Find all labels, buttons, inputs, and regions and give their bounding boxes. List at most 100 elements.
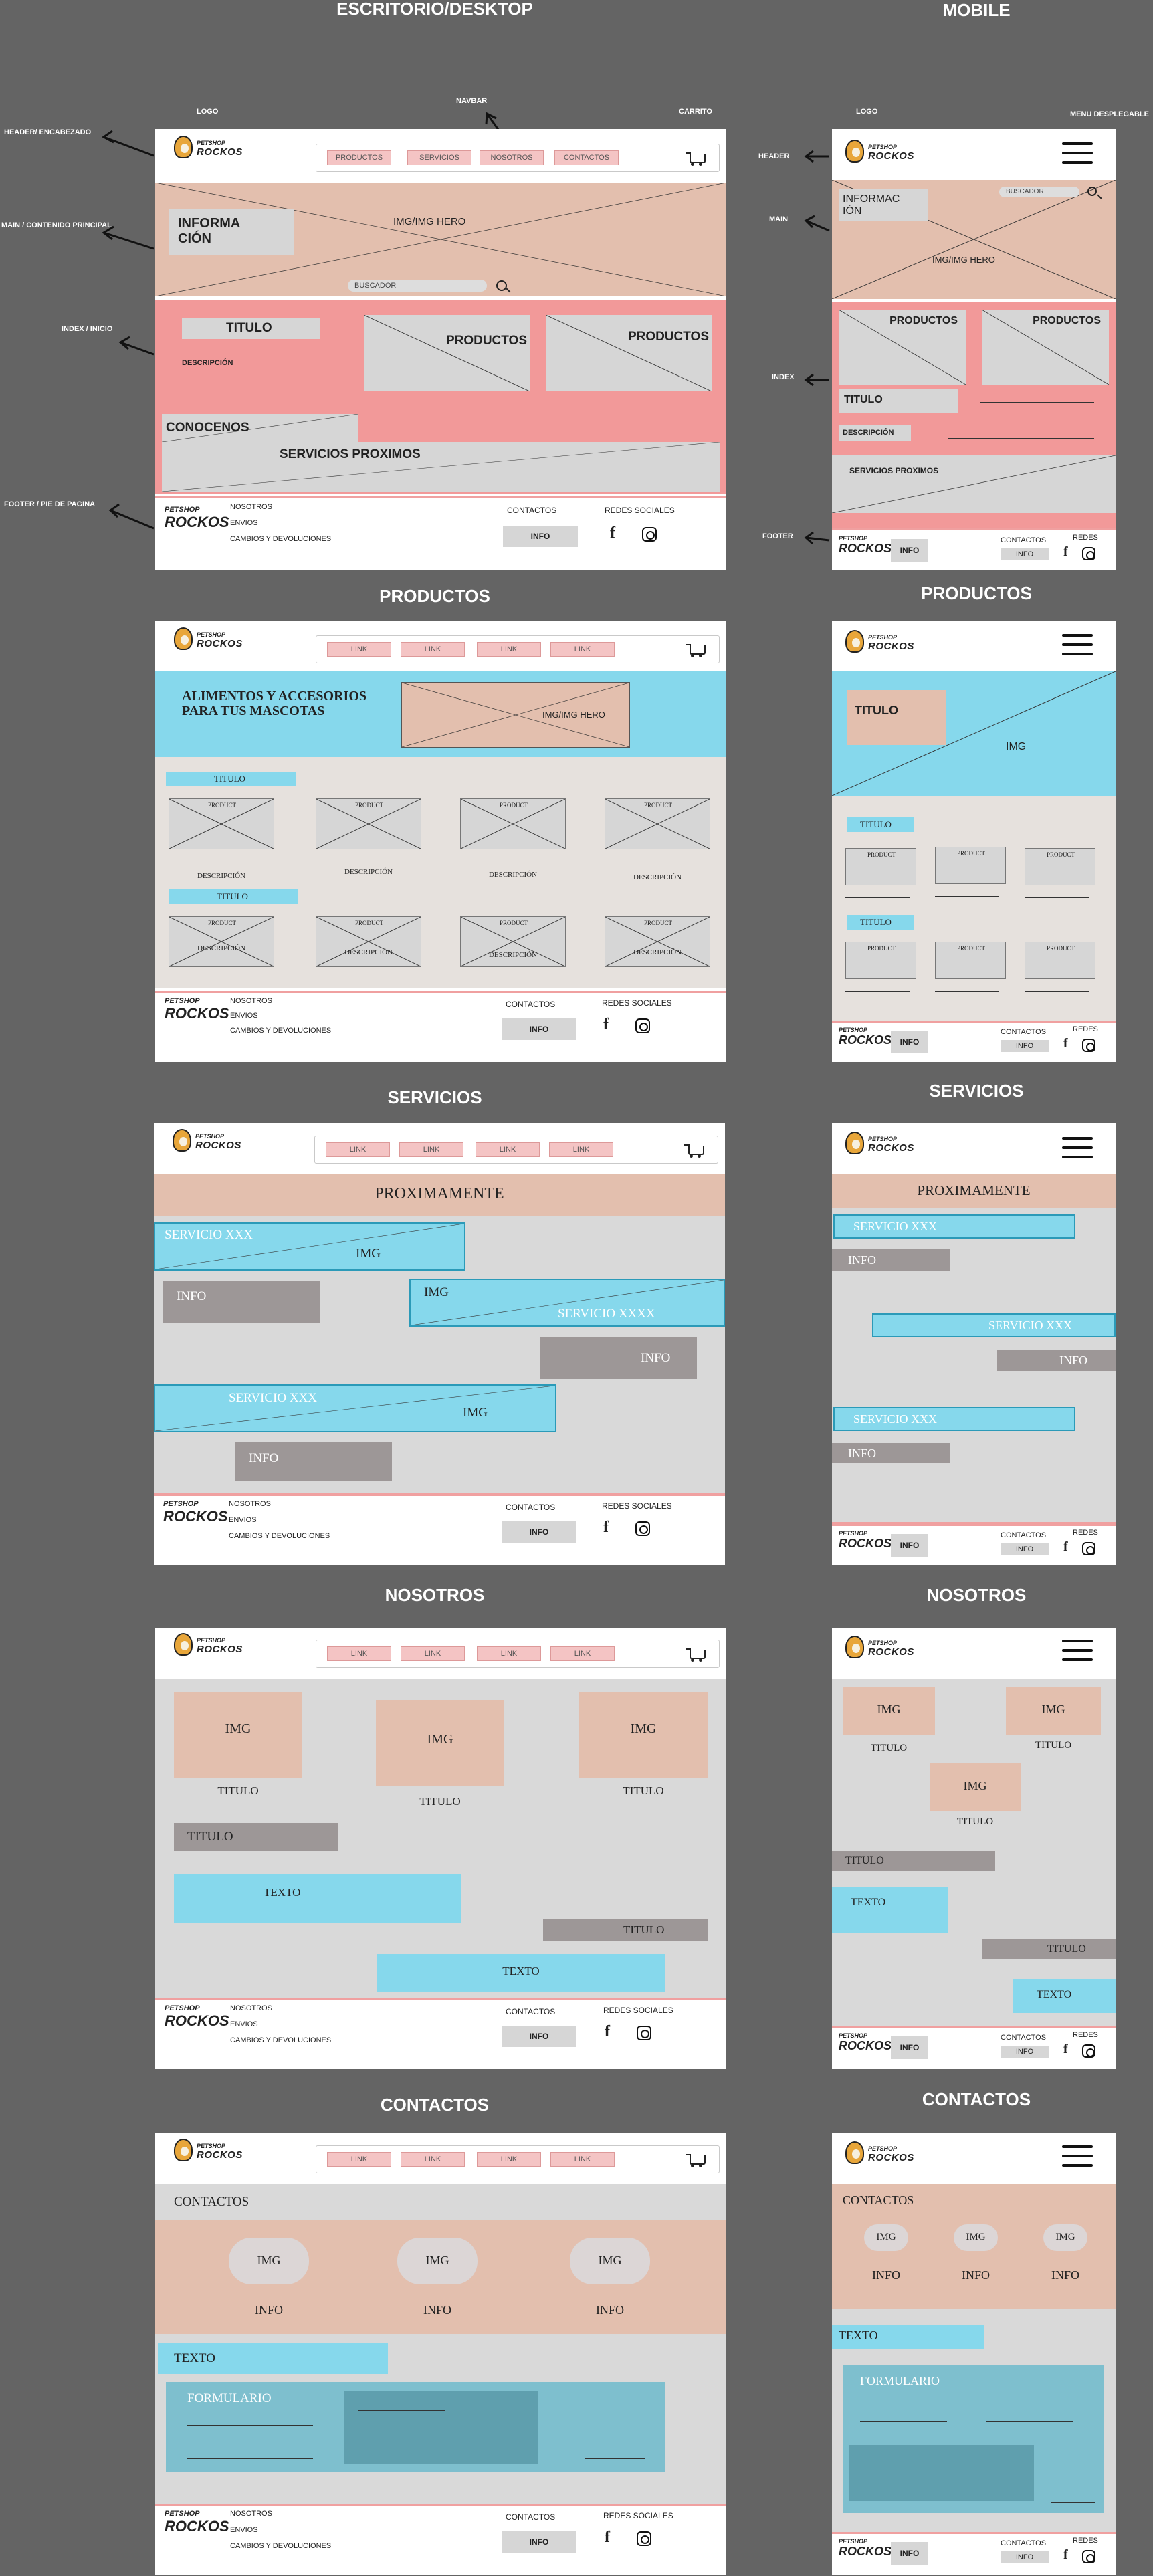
product-card[interactable]: PRODUCTOS [839, 310, 966, 385]
nav-link[interactable]: LINK [477, 1646, 541, 1661]
footer-info-button[interactable]: INFO [502, 2531, 576, 2553]
footer-info-button[interactable]: INFO [503, 526, 578, 547]
logo[interactable]: PETSHOP ROCKOS [173, 1126, 253, 1166]
search-input[interactable]: BUSCADOR [999, 187, 1079, 197]
servicio-card[interactable]: SERVICIO XXX [872, 1313, 1116, 1337]
product-thumbnail[interactable]: PRODUCT [605, 916, 710, 967]
instagram-icon[interactable] [635, 1018, 650, 1033]
instagram-icon[interactable] [1082, 1542, 1095, 1555]
hamburger-menu-icon[interactable] [1062, 1640, 1093, 1662]
nav-link[interactable]: LINK [401, 642, 465, 657]
cart-icon[interactable] [686, 151, 706, 166]
footer-link-nosotros[interactable]: NOSOTROS [230, 2510, 272, 2518]
servicios-banner[interactable]: SERVICIOS PROXIMOS [832, 455, 1116, 513]
conocenos-banner[interactable]: CONOCENOS [162, 414, 358, 442]
footer-info-button[interactable]: INFO [891, 1031, 928, 1053]
facebook-icon[interactable]: f [1063, 2547, 1068, 2563]
search-icon[interactable] [1087, 187, 1097, 196]
footer-info-small[interactable]: INFO [1001, 2551, 1049, 2563]
footer-link-nosotros[interactable]: NOSOTROS [230, 503, 272, 511]
facebook-icon[interactable]: f [610, 524, 615, 542]
nav-link[interactable]: LINK [327, 2152, 391, 2167]
logo[interactable]: PETSHOP ROCKOS [174, 625, 254, 665]
footer-link-nosotros[interactable]: NOSOTROS [230, 2004, 272, 2012]
instagram-icon[interactable] [642, 527, 657, 542]
instagram-icon[interactable] [637, 2531, 651, 2546]
logo[interactable]: PETSHOP ROCKOS [845, 1129, 926, 1166]
servicio-card[interactable]: SERVICIO XXX [833, 1407, 1075, 1431]
formulario[interactable]: FORMULARIO [843, 2365, 1104, 2513]
servicio-card[interactable]: SERVICIO XXX IMG [154, 1222, 465, 1271]
nav-link[interactable]: LINK [326, 1142, 390, 1157]
facebook-icon[interactable]: f [1063, 2042, 1068, 2057]
hamburger-menu-icon[interactable] [1062, 634, 1093, 657]
footer-info-button[interactable]: INFO [502, 1521, 576, 1543]
product-thumbnail[interactable]: PRODUCT [605, 798, 710, 849]
footer-link-cambios[interactable]: CAMBIOS Y DEVOLUCIONES [229, 1532, 330, 1540]
hamburger-menu-icon[interactable] [1062, 2145, 1093, 2168]
footer-info-small[interactable]: INFO [1001, 2046, 1049, 2058]
nav-link[interactable]: LINK [476, 1142, 540, 1157]
instagram-icon[interactable] [635, 1521, 650, 1536]
product-thumbnail[interactable]: PRODUCT [1025, 942, 1095, 979]
nav-servicios[interactable]: SERVICIOS [407, 150, 471, 165]
footer-logo[interactable]: PETSHOP ROCKOS [165, 502, 231, 535]
instagram-icon[interactable] [637, 2026, 651, 2040]
hamburger-menu-icon[interactable] [1062, 1137, 1093, 1160]
footer-link-nosotros[interactable]: NOSOTROS [230, 997, 272, 1005]
logo[interactable]: PETSHOP ROCKOS [174, 2136, 254, 2176]
product-card[interactable]: PRODUCTOS [546, 315, 712, 391]
servicios-banner[interactable]: SERVICIOS PROXIMOS [162, 442, 720, 492]
footer-info-button[interactable]: INFO [891, 2036, 928, 2059]
logo[interactable]: PETSHOP ROCKOS [845, 2139, 926, 2176]
search-icon[interactable] [496, 280, 507, 291]
logo[interactable]: PETSHOP ROCKOS [174, 1630, 254, 1671]
footer-info-small[interactable]: INFO [1001, 1040, 1049, 1052]
hamburger-menu-icon[interactable] [1062, 142, 1093, 165]
facebook-icon[interactable]: f [1063, 544, 1068, 560]
facebook-icon[interactable]: f [1063, 1539, 1068, 1555]
nav-link[interactable]: LINK [477, 642, 541, 657]
product-thumbnail[interactable]: PRODUCT [316, 798, 421, 849]
product-card[interactable]: PRODUCTOS [364, 315, 530, 391]
facebook-icon[interactable]: f [605, 2023, 610, 2041]
facebook-icon[interactable]: f [603, 1519, 609, 1537]
footer-info-button[interactable]: INFO [891, 1534, 928, 1557]
footer-info-button[interactable]: INFO [891, 539, 928, 562]
facebook-icon[interactable]: f [605, 2529, 610, 2547]
servicio-card[interactable]: SERVICIO XXX [833, 1214, 1075, 1239]
nav-link[interactable]: LINK [477, 2152, 541, 2167]
product-card[interactable]: PRODUCTOS [982, 310, 1109, 385]
footer-link-envios[interactable]: ENVIOS [229, 1516, 257, 1524]
footer-info-small[interactable]: INFO [1001, 548, 1049, 560]
footer-link-cambios[interactable]: CAMBIOS Y DEVOLUCIONES [230, 2542, 331, 2550]
nav-link[interactable]: LINK [549, 1142, 613, 1157]
search-input[interactable]: BUSCADOR [348, 280, 487, 292]
logo[interactable]: PETSHOP ROCKOS [845, 627, 926, 665]
instagram-icon[interactable] [1082, 1039, 1095, 1052]
footer-info-button[interactable]: INFO [502, 2026, 576, 2047]
nav-link[interactable]: LINK [550, 2152, 615, 2167]
footer-link-nosotros[interactable]: NOSOTROS [229, 1500, 271, 1508]
servicio-card[interactable]: SERVICIO XXX IMG [154, 1384, 556, 1432]
product-thumbnail[interactable]: PRODUCT [316, 916, 421, 967]
nav-productos[interactable]: PRODUCTOS [327, 150, 391, 165]
product-thumbnail[interactable]: PRODUCT [935, 942, 1006, 979]
nav-nosotros[interactable]: NOSOTROS [480, 150, 544, 165]
cart-icon[interactable] [686, 2153, 706, 2167]
footer-link-envios[interactable]: ENVIOS [230, 519, 258, 527]
servicio-card[interactable]: IMG SERVICIO XXXX [409, 1279, 725, 1327]
instagram-icon[interactable] [1082, 2550, 1095, 2563]
cart-icon[interactable] [684, 1143, 704, 1158]
nav-link[interactable]: LINK [399, 1142, 463, 1157]
nav-contactos[interactable]: CONTACTOS [554, 150, 619, 165]
instagram-icon[interactable] [1082, 2044, 1095, 2058]
footer-link-cambios[interactable]: CAMBIOS Y DEVOLUCIONES [230, 535, 331, 543]
form-textarea[interactable] [849, 2445, 1034, 2501]
product-thumbnail[interactable]: PRODUCT [845, 848, 916, 885]
product-thumbnail[interactable]: PRODUCT [460, 798, 566, 849]
footer-link-envios[interactable]: ENVIOS [230, 2020, 258, 2028]
product-thumbnail[interactable]: PRODUCT [1025, 848, 1095, 885]
product-thumbnail[interactable]: PRODUCT [169, 916, 274, 967]
footer-info-button[interactable]: INFO [502, 1018, 576, 1040]
